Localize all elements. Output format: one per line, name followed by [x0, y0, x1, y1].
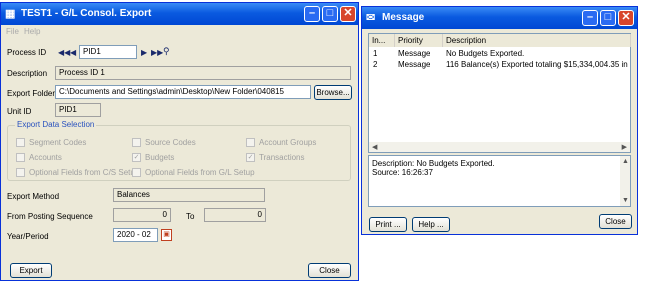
row-1-index: 1	[373, 49, 378, 58]
column-header-description[interactable]: Description	[443, 34, 631, 47]
scroll-right-icon[interactable]: ▶	[622, 143, 627, 151]
message-window: ✉ Message – □ ✕ In... Priority Descripti…	[361, 6, 638, 235]
vertical-scrollbar[interactable]: ▲ ▼	[620, 156, 630, 206]
message-titlebar[interactable]: ✉ Message – □ ✕	[362, 7, 637, 29]
menu-file[interactable]: File	[6, 27, 19, 36]
menu-bar: File Help	[1, 25, 358, 38]
account-groups-label: Account Groups	[259, 138, 317, 147]
year-period-label: Year/Period	[7, 232, 49, 241]
help-button[interactable]: Help ...	[412, 217, 450, 232]
checkbox-icon	[16, 168, 25, 178]
column-header-index[interactable]: In...	[369, 34, 395, 47]
export-titlebar[interactable]: ▦ TEST1 - G/L Consol. Export – □ ✕	[1, 3, 358, 25]
export-method-label: Export Method	[7, 192, 60, 201]
optional-fields-gl-label: Optional Fields from G/L Setup	[145, 168, 255, 177]
app-icon: ▦	[5, 8, 16, 20]
source-codes-label: Source Codes	[145, 138, 196, 147]
horizontal-scrollbar[interactable]: ◀ ▶	[369, 142, 630, 152]
scroll-left-icon[interactable]: ◀	[372, 143, 377, 151]
checkbox-icon	[132, 138, 141, 148]
export-data-selection-title: Export Data Selection	[15, 120, 97, 129]
message-icon: ✉	[366, 12, 376, 24]
maximize-button[interactable]: □	[600, 10, 616, 26]
checkbox-icon	[246, 138, 255, 148]
to-label: To	[186, 212, 195, 221]
scroll-up-icon[interactable]: ▲	[622, 158, 629, 165]
description-label: Description	[7, 69, 48, 78]
first-record-icon[interactable]: ◀◀	[58, 48, 70, 57]
print-button[interactable]: Print ...	[369, 217, 407, 232]
message-window-title: Message	[382, 12, 425, 23]
last-record-icon[interactable]: ▶▶	[151, 48, 163, 57]
close-window-button[interactable]: ✕	[618, 10, 634, 26]
minimize-button[interactable]: –	[304, 6, 320, 22]
minimize-button[interactable]: –	[582, 10, 598, 26]
calendar-icon[interactable]: ▣	[161, 229, 172, 241]
optional-fields-cs-checkbox[interactable]: Optional Fields from C/S Setup	[16, 168, 140, 178]
menu-help[interactable]: Help	[24, 27, 40, 36]
checkbox-icon	[132, 168, 141, 178]
search-icon[interactable]: ⚲	[163, 46, 170, 57]
optional-fields-gl-checkbox[interactable]: Optional Fields from G/L Setup	[132, 168, 255, 178]
process-id-input[interactable]: PID1	[79, 45, 137, 59]
account-groups-checkbox[interactable]: Account Groups	[246, 138, 317, 148]
browse-button[interactable]: Browse...	[314, 85, 352, 100]
year-period-input[interactable]: 2020 - 02	[113, 228, 158, 242]
budgets-label: Budgets	[145, 153, 175, 162]
message-detail-panel: Description: No Budgets Exported. Source…	[368, 155, 631, 207]
accounts-label: Accounts	[29, 153, 62, 162]
row-2-description: 116 Balance(s) Exported totaling $15,334…	[446, 60, 630, 69]
row-1-description: No Budgets Exported.	[446, 49, 525, 58]
previous-record-icon[interactable]: ◀	[70, 48, 76, 57]
row-2-index: 2	[373, 60, 378, 69]
from-posting-sequence-field: 0	[113, 208, 171, 222]
checkbox-icon	[16, 153, 25, 163]
unit-id-label: Unit ID	[7, 107, 32, 116]
export-window-title: TEST1 - G/L Consol. Export	[21, 8, 152, 19]
message-close-button[interactable]: Close	[599, 214, 632, 229]
scroll-down-icon[interactable]: ▼	[622, 197, 629, 204]
checkbox-icon	[16, 138, 25, 148]
detail-source: Source: 16:26:37	[372, 168, 433, 177]
description-field: Process ID 1	[55, 66, 351, 80]
segment-codes-checkbox[interactable]: Segment Codes	[16, 138, 87, 148]
checkmark-icon: ✓	[246, 153, 255, 163]
export-folder-label: Export Folder	[7, 89, 56, 98]
export-data-selection-group: Export Data Selection Segment Codes Sour…	[7, 120, 351, 181]
row-1-priority: Message	[398, 49, 431, 58]
source-codes-checkbox[interactable]: Source Codes	[132, 138, 196, 148]
message-list[interactable]: In... Priority Description 1 Message No …	[368, 33, 631, 153]
export-button[interactable]: Export	[10, 263, 52, 278]
transactions-label: Transactions	[259, 153, 305, 162]
column-header-priority[interactable]: Priority	[395, 34, 443, 47]
transactions-checkbox[interactable]: ✓ Transactions	[246, 153, 305, 163]
detail-description: Description: No Budgets Exported.	[372, 159, 495, 168]
next-record-icon[interactable]: ▶	[141, 48, 147, 57]
export-method-field: Balances	[113, 188, 265, 202]
checkmark-icon: ✓	[132, 153, 141, 163]
optional-fields-cs-label: Optional Fields from C/S Setup	[29, 168, 140, 177]
process-id-label: Process ID	[7, 48, 47, 57]
budgets-checkbox[interactable]: ✓ Budgets	[132, 153, 175, 163]
unit-id-field: PID1	[55, 103, 101, 117]
close-window-button[interactable]: ✕	[340, 6, 356, 22]
maximize-button[interactable]: □	[322, 6, 338, 22]
close-button[interactable]: Close	[308, 263, 351, 278]
gl-consol-export-window: ▦ TEST1 - G/L Consol. Export – □ ✕ File …	[0, 2, 359, 281]
segment-codes-label: Segment Codes	[29, 138, 87, 147]
from-posting-sequence-label: From Posting Sequence	[7, 212, 93, 221]
row-2-priority: Message	[398, 60, 431, 69]
export-folder-input[interactable]: C:\Documents and Settings\admin\Desktop\…	[55, 85, 311, 99]
accounts-checkbox[interactable]: Accounts	[16, 153, 62, 163]
to-posting-sequence-field: 0	[204, 208, 266, 222]
